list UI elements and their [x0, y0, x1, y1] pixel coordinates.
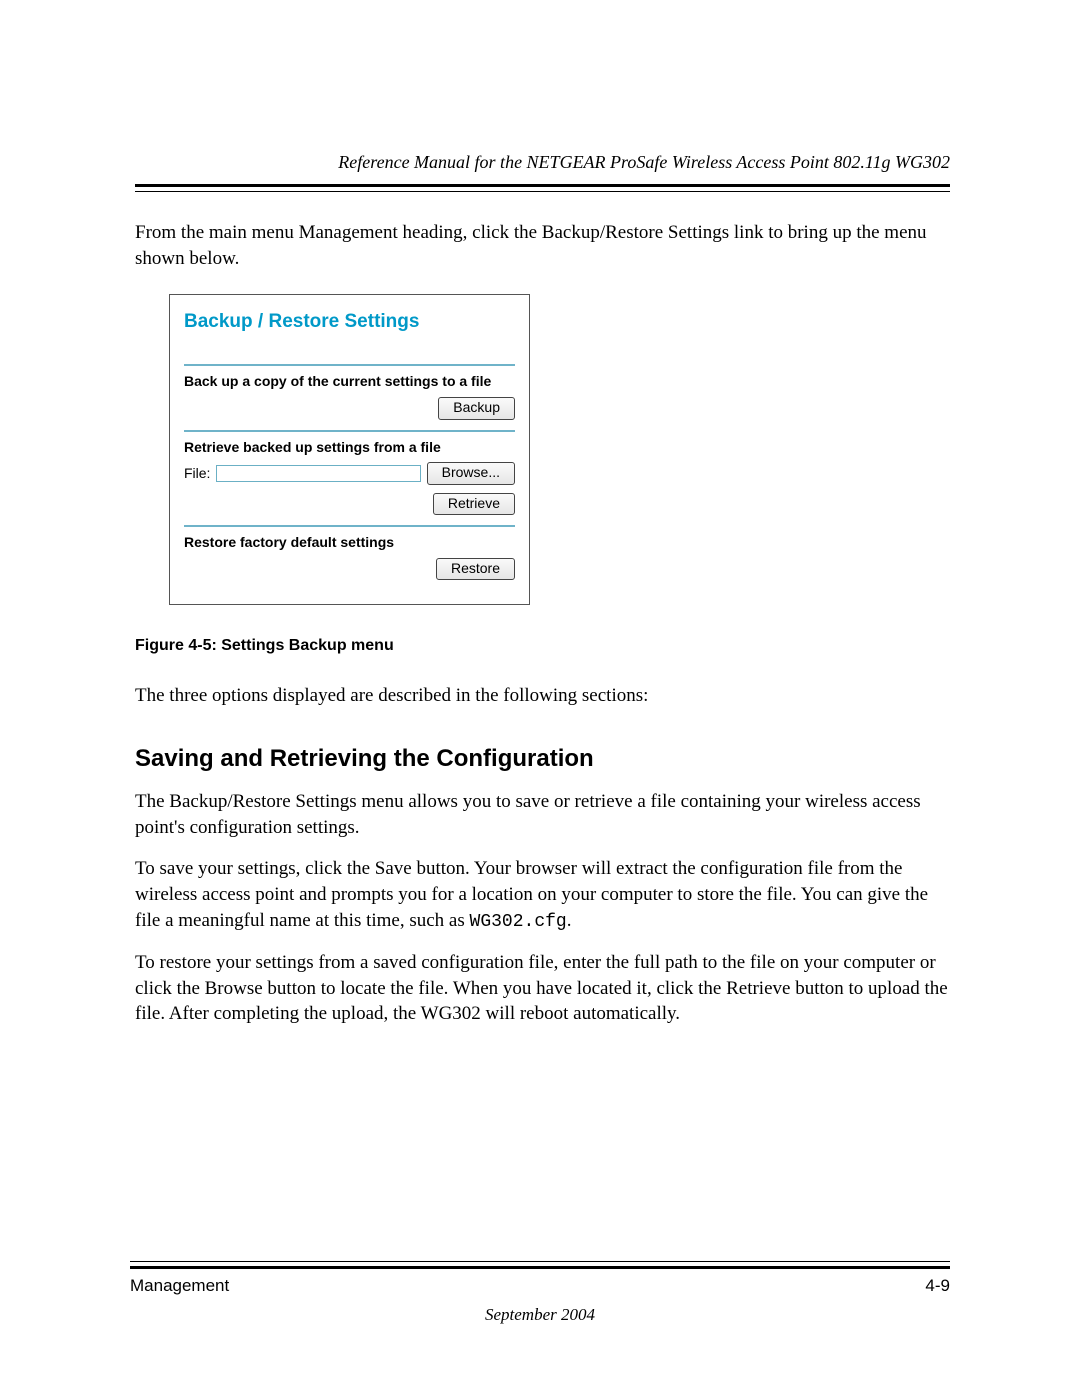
file-label: File: — [184, 464, 210, 483]
settings-screenshot-panel: Backup / Restore Settings Back up a copy… — [169, 294, 530, 606]
figure-caption: Figure 4-5: Settings Backup menu — [135, 635, 950, 657]
para2-post: . — [567, 910, 572, 931]
intro-paragraph: From the main menu Management heading, c… — [135, 220, 950, 271]
section-divider — [184, 430, 515, 432]
file-path-input[interactable] — [216, 465, 420, 482]
section-divider — [184, 525, 515, 527]
backup-heading: Back up a copy of the current settings t… — [184, 372, 515, 391]
footer-page-number: 4-9 — [925, 1275, 950, 1298]
retrieve-button[interactable]: Retrieve — [433, 493, 515, 515]
footer-rule-thick — [130, 1266, 950, 1269]
header-rule-thick — [135, 184, 950, 187]
backup-button[interactable]: Backup — [438, 397, 515, 419]
footer-section: Management — [130, 1275, 229, 1298]
body-paragraph-1: The Backup/Restore Settings menu allows … — [135, 789, 950, 840]
header-rule-thin — [135, 191, 950, 192]
body-paragraph-3: To restore your settings from a saved co… — [135, 950, 950, 1027]
footer-date: September 2004 — [130, 1304, 950, 1327]
restore-button[interactable]: Restore — [436, 558, 515, 580]
footer-rule-thin — [130, 1261, 950, 1262]
restore-heading: Restore factory default settings — [184, 533, 515, 552]
panel-title: Backup / Restore Settings — [184, 309, 515, 335]
body-paragraph-2: To save your settings, click the Save bu… — [135, 856, 950, 934]
filename-code: WG302.cfg — [470, 912, 567, 932]
section-divider — [184, 364, 515, 366]
browse-button[interactable]: Browse... — [427, 462, 515, 484]
running-header: Reference Manual for the NETGEAR ProSafe… — [135, 150, 950, 174]
post-figure-paragraph: The three options displayed are describe… — [135, 683, 950, 709]
retrieve-heading: Retrieve backed up settings from a file — [184, 438, 515, 457]
section-heading: Saving and Retrieving the Configuration — [135, 743, 950, 775]
